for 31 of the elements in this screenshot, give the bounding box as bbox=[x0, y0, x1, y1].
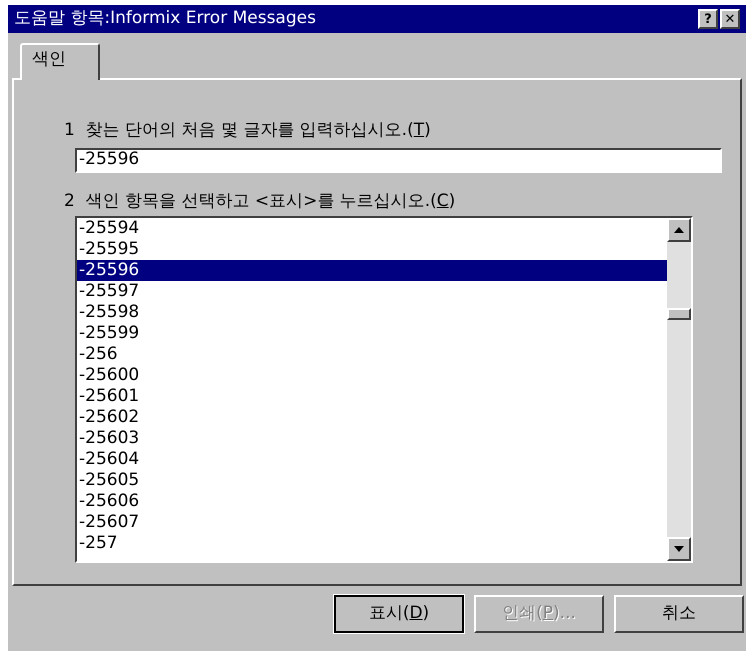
step-instruction: 1 찾는 단어의 처음 몇 글자를 입력하십시오.(T) bbox=[64, 119, 432, 142]
dialog-button[interactable]: 표시(D) bbox=[334, 595, 464, 633]
index-entry[interactable]: -25599 bbox=[77, 323, 667, 344]
step-instruction: 2 색인 항목을 선택하고 <표시>를 누르십시오.(C) bbox=[64, 190, 456, 212]
index-entry[interactable]: -25607 bbox=[77, 512, 667, 533]
index-entry[interactable]: -25598 bbox=[77, 302, 667, 323]
tab[interactable]: 색인 bbox=[20, 43, 100, 80]
index-entry[interactable]: -25606 bbox=[77, 491, 667, 512]
index-entry[interactable]: -25604 bbox=[77, 449, 667, 470]
index-entry[interactable]: -25597 bbox=[77, 281, 667, 302]
dialog-button[interactable]: 취소 bbox=[614, 595, 744, 633]
up-arrow-icon bbox=[674, 227, 684, 233]
window-title: 도움말 항목:Informix Error Messages bbox=[14, 7, 317, 30]
scroll-thumb[interactable] bbox=[667, 308, 691, 320]
index-entry[interactable]: -25595 bbox=[77, 239, 667, 260]
scroll-down-button[interactable] bbox=[667, 537, 691, 561]
title-bar-button[interactable]: ✕ bbox=[720, 9, 740, 29]
scroll-up-button[interactable] bbox=[667, 218, 691, 242]
index-entry[interactable]: -25600 bbox=[77, 365, 667, 386]
title-bar-button[interactable]: ? bbox=[698, 9, 718, 29]
index-entry[interactable]: -25601 bbox=[77, 386, 667, 407]
index-entry[interactable]: -256 bbox=[77, 344, 667, 365]
index-entry[interactable]: -257 bbox=[77, 533, 667, 554]
down-arrow-icon bbox=[674, 546, 684, 552]
index-entry[interactable]: -25596 bbox=[77, 260, 667, 281]
index-entry[interactable]: -25602 bbox=[77, 407, 667, 428]
search-field[interactable]: -25596 bbox=[75, 148, 722, 172]
index-entry[interactable]: -25594 bbox=[77, 218, 667, 239]
scrollbar[interactable] bbox=[667, 218, 691, 561]
index-entry[interactable]: -25603 bbox=[77, 428, 667, 449]
index-entry[interactable]: -25605 bbox=[77, 470, 667, 491]
